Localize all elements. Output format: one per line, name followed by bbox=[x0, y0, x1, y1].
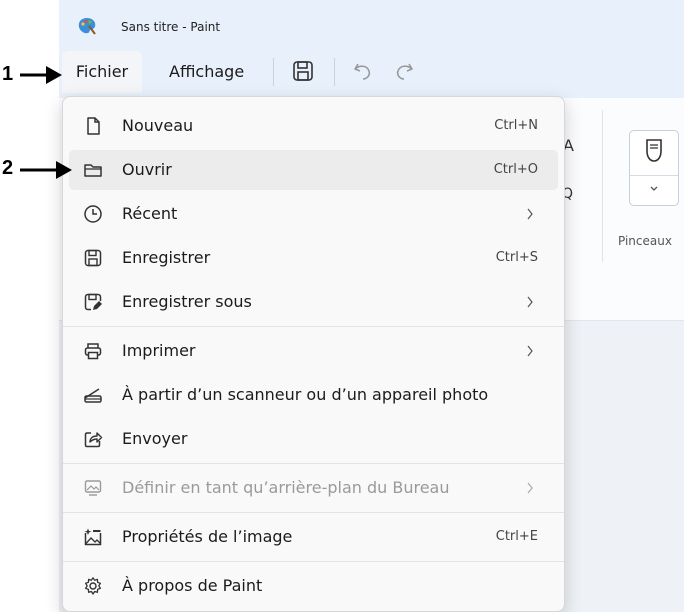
menu-item-label: Nouveau bbox=[122, 116, 194, 135]
menu-item-label: À partir d’un scanneur ou d’un appareil … bbox=[122, 385, 489, 404]
save-icon[interactable] bbox=[290, 58, 316, 84]
chevron-right-icon bbox=[527, 345, 533, 357]
menu-item-image-properties[interactable]: Propriétés de l’image Ctrl+E bbox=[69, 517, 558, 557]
menu-item-label: Définir en tant qu’arrière-plan du Burea… bbox=[122, 478, 450, 497]
annotation-number-1: 1 bbox=[2, 63, 14, 85]
menu-item-print[interactable]: Imprimer bbox=[69, 331, 558, 371]
printer-icon bbox=[84, 343, 102, 360]
clock-icon bbox=[84, 205, 102, 223]
chevron-down-icon[interactable] bbox=[648, 183, 660, 195]
window-title: Sans titre - Paint bbox=[121, 20, 221, 34]
menu-bar: Fichier Affichage bbox=[59, 46, 684, 98]
menu-item-new[interactable]: Nouveau Ctrl+N bbox=[69, 106, 558, 146]
arrow-right-icon bbox=[20, 66, 62, 84]
chevron-right-icon bbox=[527, 296, 533, 308]
shortcut-label: Ctrl+S bbox=[495, 250, 538, 265]
title-bar: Sans titre - Paint bbox=[59, 0, 684, 46]
menu-item-label: Envoyer bbox=[122, 429, 188, 448]
menu-item-open[interactable]: Ouvrir Ctrl+O bbox=[69, 150, 558, 190]
new-file-icon bbox=[87, 117, 100, 135]
annotation-number-2: 2 bbox=[2, 157, 14, 179]
brush-icon bbox=[646, 139, 662, 162]
brush-split-line bbox=[630, 175, 678, 176]
menu-item-label: Récent bbox=[122, 204, 178, 223]
ribbon-divider bbox=[602, 110, 603, 262]
file-menu-button[interactable]: Fichier bbox=[62, 51, 142, 93]
toolbar-separator bbox=[273, 58, 274, 86]
menu-item-scanner[interactable]: À partir d’un scanneur ou d’un appareil … bbox=[69, 375, 558, 415]
share-icon bbox=[84, 432, 103, 448]
save-icon bbox=[84, 249, 102, 267]
menu-item-set-wallpaper: Définir en tant qu’arrière-plan du Burea… bbox=[69, 468, 558, 508]
menu-divider bbox=[63, 463, 564, 464]
scanner-icon bbox=[84, 388, 102, 403]
menu-divider bbox=[63, 326, 564, 327]
toolbar-separator bbox=[334, 58, 335, 86]
menu-divider bbox=[63, 512, 564, 513]
shortcut-label: Ctrl+O bbox=[493, 162, 538, 177]
save-as-icon bbox=[84, 293, 102, 311]
menu-item-label: À propos de Paint bbox=[122, 576, 263, 595]
menu-item-save[interactable]: Enregistrer Ctrl+S bbox=[69, 238, 558, 278]
undo-icon[interactable] bbox=[350, 58, 376, 84]
wallpaper-icon bbox=[84, 480, 102, 496]
arrow-right-icon bbox=[20, 161, 72, 179]
chevron-right-icon bbox=[527, 208, 533, 220]
image-properties-icon bbox=[84, 528, 102, 546]
shortcut-label: Ctrl+E bbox=[495, 529, 538, 544]
menu-item-label: Propriétés de l’image bbox=[122, 527, 293, 546]
chevron-right-icon bbox=[527, 482, 533, 494]
menu-item-label: Imprimer bbox=[122, 341, 196, 360]
menu-item-about[interactable]: À propos de Paint bbox=[69, 566, 558, 606]
brushes-button[interactable] bbox=[629, 130, 679, 206]
menu-item-send[interactable]: Envoyer bbox=[69, 419, 558, 459]
menu-item-label: Ouvrir bbox=[122, 160, 172, 179]
menu-item-save-as[interactable]: Enregistrer sous bbox=[69, 282, 558, 322]
file-menu-dropdown: Nouveau Ctrl+N Ouvrir Ctrl+O Récent Enre… bbox=[62, 96, 565, 612]
redo-icon[interactable] bbox=[391, 58, 417, 84]
menu-item-label: Enregistrer bbox=[122, 248, 211, 267]
gear-icon bbox=[84, 577, 102, 595]
menu-divider bbox=[63, 561, 564, 562]
paint-app-icon bbox=[78, 18, 96, 35]
menu-item-recent[interactable]: Récent bbox=[69, 194, 558, 234]
shortcut-label: Ctrl+N bbox=[494, 118, 538, 133]
open-folder-icon bbox=[84, 164, 102, 177]
view-menu-button[interactable]: Affichage bbox=[169, 51, 244, 93]
brushes-label: Pinceaux bbox=[618, 234, 672, 248]
menu-item-label: Enregistrer sous bbox=[122, 292, 252, 311]
